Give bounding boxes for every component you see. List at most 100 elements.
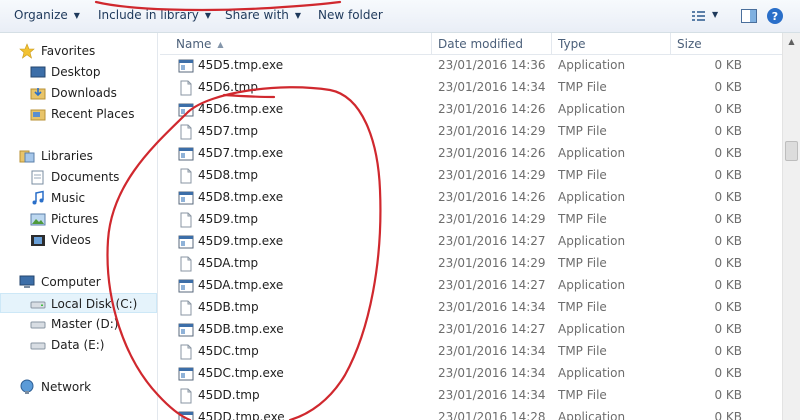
file-date-modified: 23/01/2016 14:29 <box>438 124 546 138</box>
nav-libraries-label: Libraries <box>41 149 93 163</box>
file-row[interactable]: 45D8.tmp.exe 23/01/2016 14:26 Application 0… <box>160 187 782 209</box>
file-name: 45D8.tmp.exe <box>198 190 284 204</box>
file-type: TMP File <box>558 300 607 314</box>
file-row[interactable]: 45DC.tmp.exe 23/01/2016 14:34 Application 0… <box>160 363 782 385</box>
nav-desktop-label: Desktop <box>51 65 101 79</box>
nav-documents[interactable]: Documents <box>0 167 157 187</box>
file-size: 0 KB <box>714 146 742 160</box>
nav-desktop[interactable]: Desktop <box>0 62 157 82</box>
file-date-modified: 23/01/2016 14:29 <box>438 168 546 182</box>
file-row[interactable]: 45DD.tmp.exe 23/01/2016 14:28 Application 0… <box>160 407 782 420</box>
nav-local-disk[interactable]: Local Disk (C:) <box>0 293 157 313</box>
scroll-up-button[interactable]: ▲ <box>783 33 800 50</box>
chevron-down-icon: ▼ <box>204 11 212 20</box>
application-icon <box>178 367 194 381</box>
file-row[interactable]: 45DB.tmp 23/01/2016 14:34 TMP File 0 KB <box>160 297 782 319</box>
file-type: Application <box>558 146 626 160</box>
file-row[interactable]: 45D6.tmp 23/01/2016 14:34 TMP File 0 KB <box>160 77 782 99</box>
nav-data[interactable]: Data (E:) <box>0 335 157 355</box>
nav-recent-places-label: Recent Places <box>51 107 135 121</box>
file-type: TMP File <box>558 256 607 270</box>
new-folder-button[interactable]: New folder <box>318 8 383 26</box>
view-chevron-icon[interactable]: ▼ <box>712 10 718 19</box>
include-in-library-button[interactable]: Include in library ▼ <box>98 8 211 26</box>
videos-icon <box>31 235 45 246</box>
file-row[interactable]: 45D7.tmp.exe 23/01/2016 14:26 Application 0… <box>160 143 782 165</box>
organize-label: Organize <box>14 8 68 22</box>
nav-libraries[interactable]: Libraries <box>0 146 157 166</box>
column-header-size[interactable]: Size <box>671 33 782 55</box>
column-type-label: Type <box>558 37 586 51</box>
file-icon <box>180 212 192 228</box>
nav-downloads[interactable]: Downloads <box>0 83 157 103</box>
file-row[interactable]: 45D9.tmp.exe 23/01/2016 14:27 Application 0… <box>160 231 782 253</box>
nav-music[interactable]: Music <box>0 188 157 208</box>
nav-videos-label: Videos <box>51 233 91 247</box>
file-date-modified: 23/01/2016 14:34 <box>438 388 546 402</box>
nav-computer[interactable]: Computer <box>0 272 157 292</box>
file-type: TMP File <box>558 168 607 182</box>
file-name: 45D9.tmp.exe <box>198 234 284 248</box>
file-name: 45D6.tmp <box>198 80 258 94</box>
file-type: Application <box>558 234 626 248</box>
file-date-modified: 23/01/2016 14:34 <box>438 366 546 380</box>
column-header-date[interactable]: Date modified <box>432 33 552 55</box>
file-name: 45DD.tmp.exe <box>198 410 285 420</box>
file-name: 45D5.tmp.exe <box>198 58 284 72</box>
command-bar: Organize ▼ Include in library ▼ Share with… <box>0 0 800 33</box>
file-type: TMP File <box>558 80 607 94</box>
file-row[interactable]: 45DD.tmp 23/01/2016 14:34 TMP File 0 KB <box>160 385 782 407</box>
file-name: 45DA.tmp <box>198 256 259 270</box>
file-row[interactable]: 45DA.tmp 23/01/2016 14:29 TMP File 0 KB <box>160 253 782 275</box>
file-row[interactable]: 45DA.tmp.exe 23/01/2016 14:27 Application 0… <box>160 275 782 297</box>
view-options-icon[interactable] <box>690 7 708 25</box>
chevron-down-icon: ▼ <box>294 11 302 20</box>
column-header-name[interactable]: Name ▲ <box>160 33 432 55</box>
file-date-modified: 23/01/2016 14:26 <box>438 146 546 160</box>
file-icon <box>180 168 192 184</box>
file-size: 0 KB <box>714 212 742 226</box>
file-size: 0 KB <box>714 322 742 336</box>
file-row[interactable]: 45D6.tmp.exe 23/01/2016 14:26 Application 0… <box>160 99 782 121</box>
chevron-down-icon: ▼ <box>73 11 80 20</box>
file-size: 0 KB <box>714 58 742 72</box>
file-row[interactable]: 45DB.tmp.exe 23/01/2016 14:27 Application 0… <box>160 319 782 341</box>
file-row[interactable]: 45D9.tmp 23/01/2016 14:29 TMP File 0 KB <box>160 209 782 231</box>
file-type: Application <box>558 322 626 336</box>
file-row[interactable]: 45D5.tmp.exe 23/01/2016 14:36 Application 0… <box>160 55 782 77</box>
file-name: 45D6.tmp.exe <box>198 102 284 116</box>
nav-pictures[interactable]: Pictures <box>0 209 157 229</box>
file-size: 0 KB <box>714 234 742 248</box>
nav-network-label: Network <box>41 380 92 394</box>
file-icon <box>180 344 192 360</box>
file-name: 45DC.tmp.exe <box>198 366 284 380</box>
nav-network[interactable]: Network <box>0 377 157 397</box>
file-row[interactable]: 45D8.tmp 23/01/2016 14:29 TMP File 0 KB <box>160 165 782 187</box>
downloads-folder-icon <box>30 88 46 100</box>
help-icon[interactable]: ? <box>766 7 784 25</box>
file-size: 0 KB <box>714 344 742 358</box>
scroll-thumb[interactable] <box>785 141 798 161</box>
nav-videos[interactable]: Videos <box>0 230 157 250</box>
file-type: Application <box>558 366 626 380</box>
nav-favorites[interactable]: Favorites <box>0 41 157 61</box>
preview-pane-icon[interactable] <box>740 7 758 25</box>
file-row[interactable]: 45DC.tmp 23/01/2016 14:34 TMP File 0 KB <box>160 341 782 363</box>
file-name: 45D9.tmp <box>198 212 258 226</box>
file-row[interactable]: 45D7.tmp 23/01/2016 14:29 TMP File 0 KB <box>160 121 782 143</box>
nav-pictures-label: Pictures <box>51 212 99 226</box>
application-icon <box>178 103 194 117</box>
vertical-scrollbar[interactable]: ▲ <box>782 33 800 420</box>
file-type: Application <box>558 278 626 292</box>
application-icon <box>178 279 194 293</box>
file-icon <box>180 256 192 272</box>
nav-documents-label: Documents <box>51 170 120 184</box>
share-with-button[interactable]: Share with ▼ <box>225 8 301 26</box>
nav-master[interactable]: Master (D:) <box>0 314 157 334</box>
file-size: 0 KB <box>714 278 742 292</box>
organize-button[interactable]: Organize ▼ <box>14 8 80 26</box>
file-icon <box>180 80 192 96</box>
file-size: 0 KB <box>714 388 742 402</box>
column-header-type[interactable]: Type <box>552 33 671 55</box>
nav-recent-places[interactable]: Recent Places <box>0 104 157 124</box>
